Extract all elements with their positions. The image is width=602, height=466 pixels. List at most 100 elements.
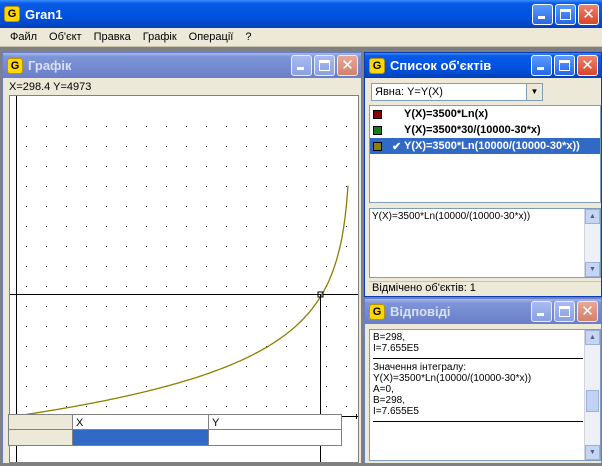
grid-dot [126, 126, 127, 127]
graph-minimize-button[interactable] [291, 55, 312, 76]
menu-help[interactable]: ? [239, 31, 257, 43]
grid-dot [146, 266, 147, 267]
grid-dot [26, 246, 27, 247]
list-minimize-button[interactable] [531, 55, 552, 76]
close-button[interactable]: ✕ [578, 3, 599, 25]
grid-dot [106, 246, 107, 247]
answers-window-icon[interactable]: G [369, 303, 385, 320]
object-label: Y(X)=3500*Ln(x) [404, 108, 489, 120]
grid-dot [326, 266, 327, 267]
grid-dot [306, 386, 307, 387]
function-type-select[interactable]: Явна: Y=Y(X) ▼ [371, 83, 543, 101]
grid-dot [186, 166, 187, 167]
cursor-coordinates: X=298.4 Y=4973 [9, 81, 92, 93]
chevron-down-icon[interactable]: ▼ [526, 84, 542, 100]
grid-dot [346, 146, 347, 147]
scroll-up-icon[interactable]: ▲ [585, 209, 600, 224]
plot-canvas[interactable] [10, 96, 358, 462]
graph-window: G Графік ✕ X=298.4 Y=4973 1000 [2, 52, 362, 464]
grid-dot [206, 206, 207, 207]
answers-title-bar[interactable]: G Відповіді ✕ [365, 299, 601, 324]
grid-dot [106, 126, 107, 127]
grid-dot [126, 146, 127, 147]
grid-dot [66, 366, 67, 367]
list-close-button[interactable]: ✕ [577, 55, 598, 76]
answers-close-button[interactable]: ✕ [577, 301, 598, 322]
object-list[interactable]: Y(X)=3500*Ln(x) Y(X)=3500*30/(10000-30*x… [369, 105, 601, 203]
grid-dot [126, 306, 127, 307]
grid-dot [186, 226, 187, 227]
menu-bar: Файл Об'єкт Правка Графік Операції ? [0, 28, 602, 47]
grid-dot [106, 366, 107, 367]
grid-dot [166, 226, 167, 227]
grid-dot [246, 366, 247, 367]
grid-dot [286, 326, 287, 327]
list-maximize-button[interactable] [554, 55, 575, 76]
grid-dot [106, 306, 107, 307]
grid-dot [46, 206, 47, 207]
graph-window-icon[interactable]: G [7, 57, 23, 74]
grid-dot [146, 326, 147, 327]
grid-dot [46, 346, 47, 347]
scroll-thumb[interactable] [586, 390, 599, 412]
grid-dot [86, 246, 87, 247]
answers-minimize-button[interactable] [531, 301, 552, 322]
grid-dot [146, 166, 147, 167]
minimize-button[interactable] [532, 3, 553, 25]
menu-object[interactable]: Об'єкт [43, 31, 88, 43]
answer-line: Значення інтегралу: [373, 362, 467, 373]
grid-dot [126, 346, 127, 347]
grid-dot [26, 206, 27, 207]
grid-dot [126, 266, 127, 267]
grid-dot [326, 126, 327, 127]
app-title-bar[interactable]: G Gran1 ✕ [0, 0, 602, 28]
list-item-selected[interactable]: ✔ Y(X)=3500*Ln(10000/(10000-30*x)) [370, 138, 600, 154]
status-bar: Відмічено об'єктів: 1 [369, 281, 601, 295]
grid-dot [66, 266, 67, 267]
answers-scrollbar[interactable]: ▲ ▼ [584, 330, 600, 460]
grid-dot [146, 286, 147, 287]
grid-dot [286, 126, 287, 127]
menu-file[interactable]: Файл [4, 31, 43, 43]
formula-scrollbar[interactable]: ▲ ▼ [584, 209, 600, 277]
plot-area[interactable]: 1000 [9, 95, 359, 463]
graph-close-button[interactable]: ✕ [337, 55, 358, 76]
table-cell-x-selected[interactable] [73, 430, 208, 445]
grid-dot [26, 226, 27, 227]
grid-dot [86, 326, 87, 327]
answers-text[interactable]: B=298, I=7.655E5 Значення інтегралу: Y(X… [369, 329, 601, 461]
checkmark-icon: ✔ [392, 140, 402, 153]
grid-dot [226, 226, 227, 227]
grid-dot [266, 406, 267, 407]
list-item[interactable]: Y(X)=3500*30/(10000-30*x) [370, 122, 600, 138]
scroll-down-icon[interactable]: ▼ [585, 445, 600, 460]
grid-dot [326, 366, 327, 367]
list-title-bar[interactable]: G Список об'єктів ✕ [365, 53, 601, 78]
answer-line: Y(X)=3500*Ln(10000/(10000-30*x)) [373, 373, 532, 384]
app-icon[interactable]: G [4, 6, 20, 22]
grid-dot [166, 266, 167, 267]
scroll-down-icon[interactable]: ▼ [585, 262, 600, 277]
grid-dot [126, 206, 127, 207]
menu-operations[interactable]: Операції [183, 31, 240, 43]
grid-dot [266, 206, 267, 207]
grid-dot [46, 166, 47, 167]
grid-dot [26, 366, 27, 367]
grid-dot [46, 366, 47, 367]
menu-graph[interactable]: Графік [137, 31, 183, 43]
graph-maximize-button[interactable] [314, 55, 335, 76]
maximize-button[interactable] [555, 3, 576, 25]
scroll-up-icon[interactable]: ▲ [585, 330, 600, 345]
grid-dot [166, 346, 167, 347]
grid-dot [126, 166, 127, 167]
grid-dot [66, 166, 67, 167]
grid-dot [146, 386, 147, 387]
list-window-icon[interactable]: G [369, 57, 385, 74]
grid-dot [26, 326, 27, 327]
answers-maximize-button[interactable] [554, 301, 575, 322]
formula-editor[interactable]: Y(X)=3500*Ln(10000/(10000-30*x)) ▲ ▼ [369, 208, 601, 278]
graph-title-bar[interactable]: G Графік ✕ [3, 53, 361, 78]
grid-dot [166, 146, 167, 147]
list-item[interactable]: Y(X)=3500*Ln(x) [370, 106, 600, 122]
menu-edit[interactable]: Правка [88, 31, 137, 43]
